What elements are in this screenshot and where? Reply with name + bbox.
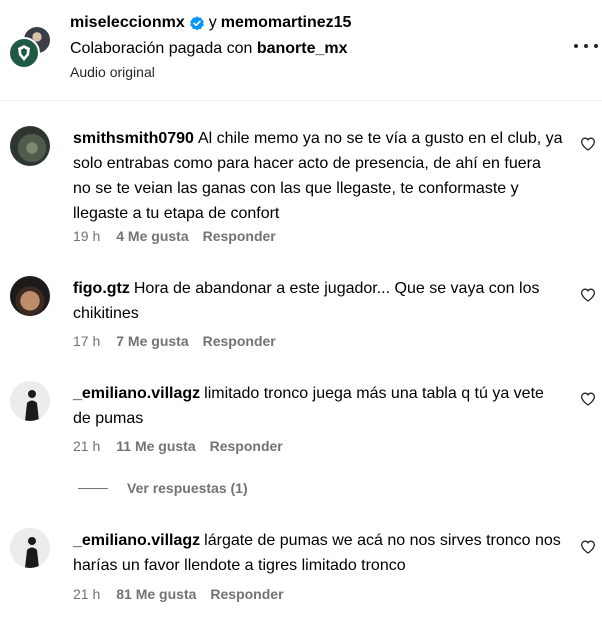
- comment-username[interactable]: smithsmith0790: [73, 130, 194, 147]
- reply-button[interactable]: Responder: [203, 228, 276, 244]
- avatar[interactable]: [10, 126, 50, 166]
- comment-text: Hora de abandonar a este jugador... Que …: [73, 280, 540, 322]
- view-replies-button[interactable]: Ver respuestas (1): [78, 480, 248, 496]
- paid-partnership-label: Colaboración pagada con: [70, 40, 253, 57]
- avatar[interactable]: [10, 276, 50, 316]
- view-replies-line: [78, 487, 108, 489]
- comment-username[interactable]: _emiliano.villagz: [73, 532, 200, 549]
- comment-time: 19 h: [73, 228, 101, 244]
- avatar[interactable]: [10, 381, 50, 421]
- comment-likes[interactable]: 4 Me gusta: [116, 228, 188, 244]
- comment-time: 17 h: [73, 333, 101, 349]
- comment-username[interactable]: _emiliano.villagz: [73, 385, 200, 402]
- author-line: miseleccionmx y memomartinez15: [70, 14, 351, 32]
- heart-outline-icon[interactable]: [580, 287, 596, 303]
- more-options-icon[interactable]: [574, 34, 598, 58]
- coauthor-username[interactable]: memomartinez15: [221, 14, 352, 32]
- reply-button[interactable]: Responder: [203, 333, 276, 349]
- author-connector: y: [208, 14, 217, 31]
- comment-body: _emiliano.villagz lárgate de pumas we acá…: [73, 528, 563, 578]
- comment-meta: 17 h 7 Me gusta Responder: [73, 333, 276, 349]
- comment-meta: 21 h 11 Me gusta Responder: [73, 438, 283, 454]
- post-header: miseleccionmx y memomartinez15 Colaborac…: [0, 0, 602, 100]
- heart-outline-icon[interactable]: [580, 136, 596, 152]
- comment-time: 21 h: [73, 586, 101, 602]
- avatar-miseleccionmx[interactable]: [8, 37, 40, 69]
- audio-link[interactable]: Audio original: [70, 64, 155, 80]
- comment-body: figo.gtz Hora de abandonar a este jugador…: [73, 276, 563, 326]
- avatar[interactable]: [10, 528, 50, 568]
- comment-username[interactable]: figo.gtz: [73, 280, 130, 297]
- author-username[interactable]: miseleccionmx: [70, 14, 185, 32]
- paid-partnership: Colaboración pagada con banorte_mx: [70, 40, 348, 58]
- heart-outline-icon[interactable]: [580, 539, 596, 555]
- comment-time: 21 h: [73, 438, 101, 454]
- collab-avatars[interactable]: [8, 25, 52, 69]
- reply-button[interactable]: Responder: [210, 438, 283, 454]
- comment-likes[interactable]: 11 Me gusta: [116, 438, 195, 454]
- comment-body: _emiliano.villagz limitado tronco juega m…: [73, 381, 563, 431]
- silhouette-icon: [10, 528, 50, 568]
- header-divider: [0, 100, 602, 101]
- comment-meta: 21 h 81 Me gusta Responder: [73, 586, 284, 602]
- reply-button[interactable]: Responder: [210, 586, 283, 602]
- comment-meta: 19 h 4 Me gusta Responder: [73, 228, 276, 244]
- crest-icon: [18, 45, 30, 61]
- comment-likes[interactable]: 7 Me gusta: [116, 333, 188, 349]
- comment-body: smithsmith0790 Al chile memo ya no se te …: [73, 126, 563, 226]
- silhouette-icon: [10, 381, 50, 421]
- comment-likes[interactable]: 81 Me gusta: [116, 586, 196, 602]
- verified-badge-icon: [189, 16, 204, 31]
- heart-outline-icon[interactable]: [580, 391, 596, 407]
- view-replies-label: Ver respuestas (1): [127, 480, 248, 496]
- paid-partnership-brand[interactable]: banorte_mx: [257, 40, 348, 57]
